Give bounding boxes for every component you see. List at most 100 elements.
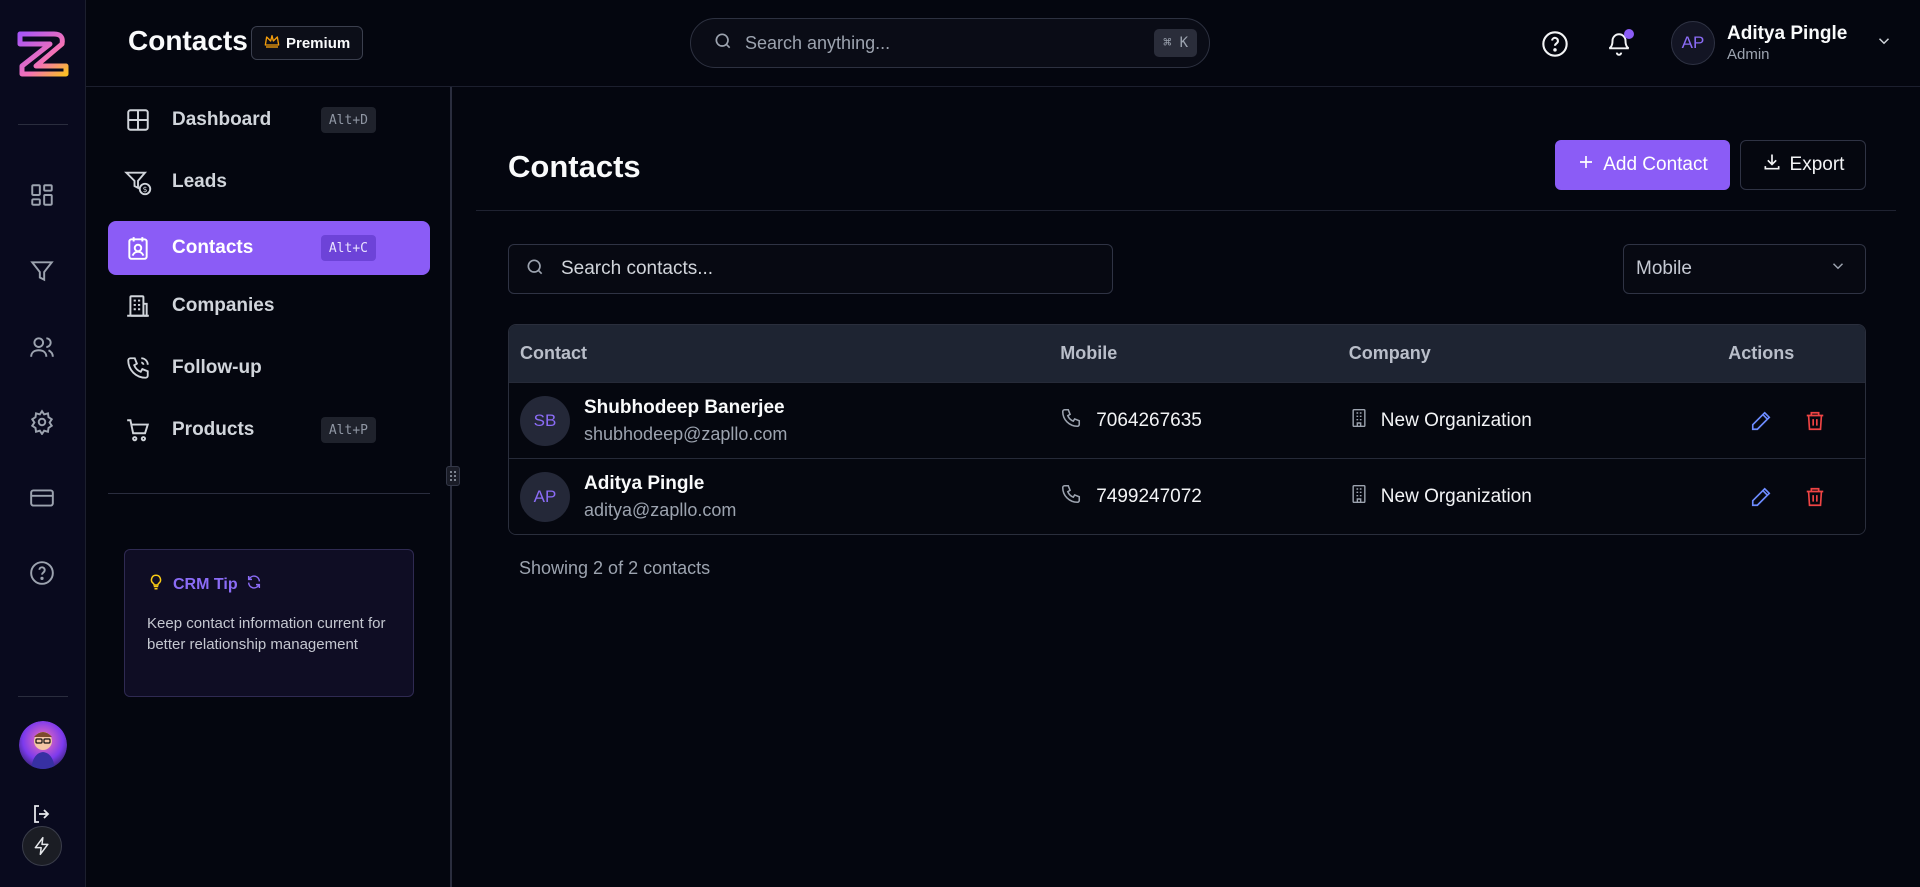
help-circle-icon[interactable]	[1539, 28, 1571, 60]
top-bar: Contacts Premium Search anything... ⌘ K …	[86, 0, 1920, 87]
sidebar: Dashboard Alt+D $ Leads Contacts Alt+C C…	[86, 87, 452, 887]
lightbulb-icon	[147, 572, 165, 597]
gear-icon[interactable]	[27, 407, 57, 437]
sidebar-item-label: Contacts	[172, 237, 254, 258]
sidebar-item-label: Leads	[172, 171, 227, 192]
sidebar-item-leads[interactable]: $ Leads	[108, 155, 430, 209]
sidebar-item-follow-up[interactable]: Follow-up	[108, 341, 430, 395]
sidebar-item-companies[interactable]: Companies	[108, 279, 430, 333]
mobile-cell: 7064267635	[1060, 407, 1349, 434]
tip-title: CRM Tip	[173, 575, 238, 593]
contact-name[interactable]: Aditya Pingle	[584, 473, 736, 495]
contact-search-input[interactable]: Search contacts...	[508, 244, 1113, 294]
command-symbol: ⌘	[1163, 35, 1172, 51]
mobile-cell: 7499247072	[1060, 483, 1349, 510]
contact-avatar: SB	[520, 395, 570, 446]
export-button[interactable]: Export	[1740, 140, 1866, 190]
company-name: New Organization	[1380, 409, 1532, 431]
column-filter-select[interactable]: Mobile	[1623, 244, 1866, 294]
tip-header: CRM Tip	[147, 572, 391, 597]
sidebar-item-dashboard[interactable]: Dashboard Alt+D	[108, 93, 430, 147]
premium-badge[interactable]: Premium	[251, 26, 364, 60]
help-icon[interactable]	[27, 558, 57, 588]
sidebar-item-label: Follow-up	[172, 357, 262, 378]
header-divider	[476, 210, 1896, 211]
contact-email: aditya@zapllo.com	[584, 499, 737, 520]
grid-icon	[124, 106, 152, 134]
contact-cell: SB Shubhodeep Banerjee shubhodeep@zapllo…	[509, 395, 1060, 446]
search-icon	[713, 31, 733, 56]
global-search[interactable]: Search anything... ⌘ K	[690, 18, 1210, 68]
bell-icon[interactable]	[1603, 28, 1635, 60]
cart-icon	[124, 416, 152, 444]
building-icon	[1349, 484, 1369, 509]
rail-divider	[18, 696, 68, 697]
column-header-actions: Actions	[1728, 343, 1795, 363]
user-menu[interactable]: AP Aditya Pingle Admin	[1671, 21, 1893, 65]
contact-name[interactable]: Shubhodeep Banerjee	[584, 397, 787, 419]
shortcut-key: K	[1179, 35, 1188, 51]
crm-tip-card: CRM Tip Keep contact information current…	[124, 549, 414, 697]
sidebar-item-products[interactable]: Products Alt+P	[108, 403, 430, 457]
actions-cell	[1728, 406, 1865, 436]
edit-icon[interactable]	[1746, 482, 1776, 512]
card-icon[interactable]	[27, 483, 57, 513]
add-contact-button[interactable]: Add Contact	[1555, 140, 1730, 190]
user-name: Aditya Pingle	[1727, 23, 1848, 44]
column-header-contact[interactable]: Contact	[509, 343, 1060, 364]
delete-icon[interactable]	[1800, 482, 1830, 512]
mobile-number: 7064267635	[1096, 409, 1202, 431]
dashboard-icon[interactable]	[27, 180, 57, 210]
bolt-icon[interactable]	[22, 826, 62, 866]
svg-text:$: $	[143, 185, 148, 194]
chevron-down-icon[interactable]	[1875, 32, 1893, 55]
building-icon	[1349, 408, 1369, 433]
results-count: Showing 2 of 2 contacts	[519, 558, 711, 578]
mobile-number: 7499247072	[1096, 485, 1202, 507]
table-header: Contact Mobile Company Actions	[509, 325, 1865, 382]
sidebar-divider	[108, 493, 430, 494]
logout-icon[interactable]	[27, 799, 57, 829]
sidebar-item-label: Products	[172, 419, 255, 440]
delete-icon[interactable]	[1800, 406, 1830, 436]
search-shortcut: ⌘ K	[1154, 29, 1197, 57]
add-contact-label: Add Contact	[1603, 154, 1708, 175]
plus-icon	[1577, 153, 1595, 177]
users-icon[interactable]	[27, 332, 57, 362]
refresh-icon[interactable]	[246, 574, 262, 595]
contact-cell: AP Aditya Pingle aditya@zapllo.com	[509, 471, 1060, 522]
shortcut-badge: Alt+P	[320, 417, 376, 443]
building-icon	[124, 292, 152, 320]
search-icon	[525, 257, 545, 282]
company-name: New Organization	[1380, 485, 1532, 507]
funnel-icon[interactable]	[27, 256, 57, 286]
table-row[interactable]: AP Aditya Pingle aditya@zapllo.com 74992…	[509, 458, 1865, 534]
contacts-table: Contact Mobile Company Actions SB Shubho…	[508, 324, 1866, 535]
column-header-company[interactable]: Company	[1349, 343, 1728, 364]
app-logo[interactable]	[14, 26, 72, 78]
notification-dot	[1624, 29, 1634, 39]
column-header-mobile[interactable]: Mobile	[1060, 343, 1349, 364]
user-info: Aditya Pingle Admin	[1727, 23, 1847, 63]
phone-icon	[1060, 483, 1082, 510]
filter-value: Mobile	[1636, 258, 1692, 279]
user-role: Admin	[1727, 46, 1770, 63]
actions-cell	[1728, 482, 1865, 512]
icon-rail	[0, 0, 86, 887]
edit-icon[interactable]	[1746, 406, 1776, 436]
phone-call-icon	[124, 354, 152, 382]
company-cell: New Organization	[1349, 484, 1728, 509]
page-title: Contacts	[508, 149, 641, 184]
contact-email: shubhodeep@zapllo.com	[584, 423, 788, 444]
funnel-dollar-icon: $	[124, 168, 152, 196]
contact-avatar: AP	[520, 471, 570, 522]
contact-details: Shubhodeep Banerjee shubhodeep@zapllo.co…	[584, 397, 787, 445]
profile-avatar[interactable]	[19, 721, 67, 769]
sidebar-item-contacts[interactable]: Contacts Alt+C	[108, 221, 430, 275]
phone-icon	[1060, 407, 1082, 434]
contact-search-placeholder: Search contacts...	[561, 258, 714, 279]
crown-icon	[264, 34, 280, 52]
table-row[interactable]: SB Shubhodeep Banerjee shubhodeep@zapllo…	[509, 382, 1865, 458]
download-icon	[1762, 152, 1782, 178]
sidebar-item-label: Companies	[172, 295, 275, 316]
